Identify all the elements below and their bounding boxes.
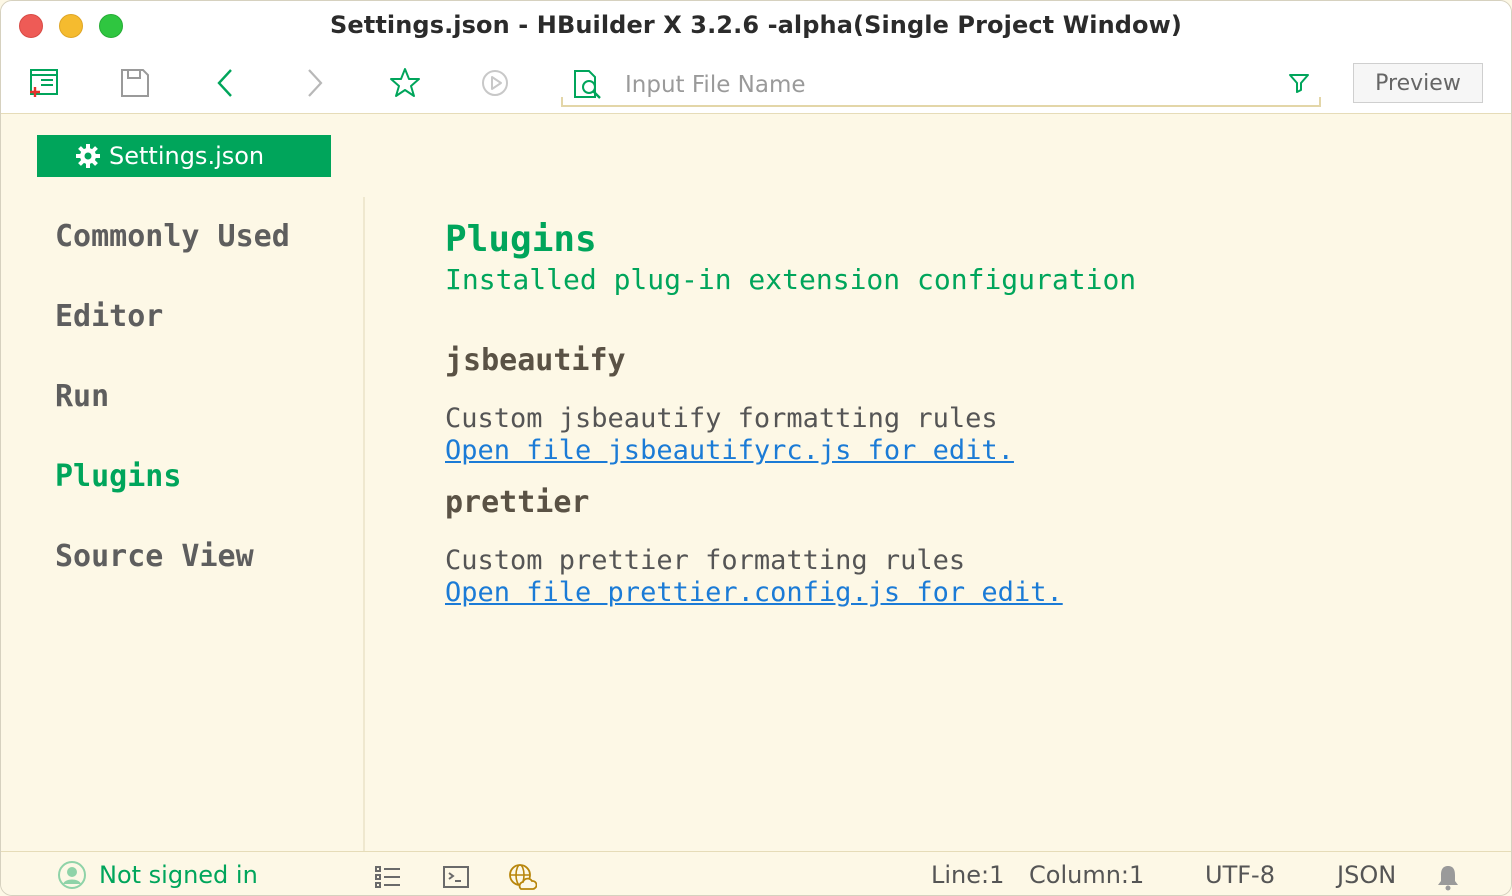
nav-item-plugins[interactable]: Plugins (55, 459, 181, 494)
account-status[interactable]: Not signed in (57, 860, 258, 890)
plugin-description: Custom jsbeautify formatting rules (445, 403, 998, 434)
run-icon[interactable] (477, 65, 513, 101)
file-search-box (561, 61, 1321, 107)
back-icon[interactable] (207, 65, 243, 101)
cursor-column[interactable]: Column:1 (1029, 861, 1144, 889)
save-icon[interactable] (117, 65, 153, 101)
preview-button[interactable]: Preview (1353, 63, 1483, 103)
section-title: Plugins (445, 219, 597, 260)
bell-icon[interactable] (1433, 862, 1463, 892)
plugin-name-jsbeautify: jsbeautify (445, 343, 626, 378)
plugin-name-prettier: prettier (445, 485, 590, 520)
search-icon (569, 67, 605, 103)
settings-nav: Commonly Used Editor Run Plugins Source … (1, 197, 365, 851)
filter-icon[interactable] (1285, 69, 1313, 97)
section-subtitle: Installed plug-in extension configuratio… (445, 263, 1137, 296)
file-search-input[interactable] (623, 67, 1267, 103)
new-file-icon[interactable] (27, 65, 63, 101)
cursor-line[interactable]: Line:1 (931, 861, 1004, 889)
status-bar: Not signed in Line:1 Column:1 UTF-8 JSON (1, 851, 1511, 895)
file-language[interactable]: JSON (1337, 861, 1396, 889)
nav-item-run[interactable]: Run (55, 379, 109, 414)
tab-label: Settings.json (109, 142, 265, 170)
outline-list-icon[interactable] (373, 862, 403, 892)
nav-item-commonly-used[interactable]: Commonly Used (55, 219, 290, 254)
open-jsbeautifyrc-link[interactable]: Open file jsbeautifyrc.js for edit. (445, 435, 1014, 466)
nav-item-source-view[interactable]: Source View (55, 539, 254, 574)
sign-in-link[interactable]: Not signed in (99, 861, 258, 889)
cloud-globe-icon[interactable] (507, 862, 537, 892)
app-window: Settings.json - HBuilder X 3.2.6 -alpha(… (0, 0, 1512, 896)
gear-icon (75, 143, 101, 169)
file-encoding[interactable]: UTF-8 (1205, 861, 1275, 889)
tab-settings-json[interactable]: Settings.json (37, 135, 331, 177)
nav-item-editor[interactable]: Editor (55, 299, 163, 334)
plugin-description: Custom prettier formatting rules (445, 545, 966, 576)
window-title: Settings.json - HBuilder X 3.2.6 -alpha(… (330, 11, 1182, 39)
title-bar: Settings.json - HBuilder X 3.2.6 -alpha(… (1, 1, 1511, 53)
open-prettier-config-link[interactable]: Open file prettier.config.js for edit. (445, 577, 1063, 608)
favorite-icon[interactable] (387, 65, 423, 101)
forward-icon[interactable] (297, 65, 333, 101)
user-icon (57, 860, 87, 890)
terminal-icon[interactable] (441, 862, 471, 892)
toolbar: Preview (1, 53, 1511, 114)
